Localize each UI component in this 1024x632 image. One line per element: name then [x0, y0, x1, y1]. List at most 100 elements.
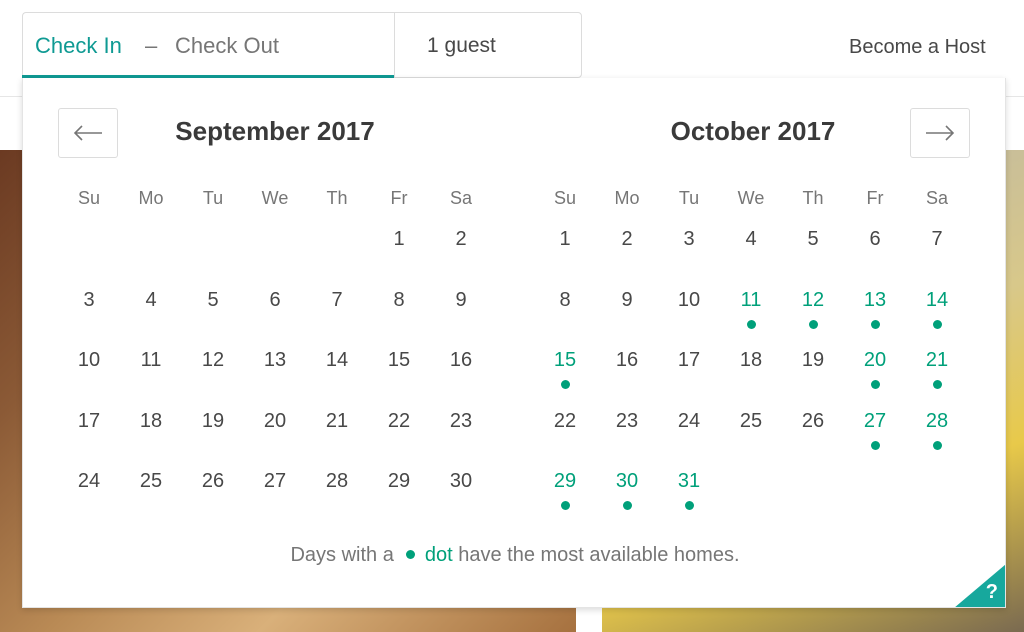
day-cell[interactable]: 20 — [244, 410, 306, 471]
day-cell[interactable]: 4 — [720, 228, 782, 289]
day-cell[interactable]: 16 — [430, 349, 492, 410]
next-month-button[interactable] — [910, 108, 970, 158]
day-number: 14 — [925, 288, 949, 311]
day-cell[interactable]: 8 — [534, 289, 596, 350]
guests-selector[interactable]: 1 guest — [394, 12, 582, 78]
day-cell[interactable]: 12 — [182, 349, 244, 410]
day-cell[interactable]: 6 — [244, 289, 306, 350]
day-cell[interactable]: 21 — [906, 349, 968, 410]
day-cell[interactable]: 15 — [368, 349, 430, 410]
weekday-label: Fr — [866, 188, 884, 208]
day-cell[interactable]: 26 — [182, 470, 244, 531]
day-cell[interactable]: 1 — [534, 228, 596, 289]
day-number: 27 — [863, 409, 887, 432]
weekday-label: Sa — [449, 188, 473, 208]
day-number: 11 — [140, 349, 162, 371]
help-corner-triangle — [954, 564, 1005, 607]
day-number: 22 — [387, 409, 411, 432]
check-in-input[interactable]: Check In — [35, 33, 122, 59]
day-cell[interactable]: 18 — [720, 349, 782, 410]
prev-month-button[interactable] — [58, 108, 118, 158]
day-cell[interactable]: 8 — [368, 289, 430, 350]
day-cell[interactable]: 17 — [658, 349, 720, 410]
day-cell[interactable]: 27 — [844, 410, 906, 471]
day-cell[interactable]: 15 — [534, 349, 596, 410]
become-host-link[interactable]: Become a Host — [849, 36, 986, 59]
day-cell[interactable]: 24 — [658, 410, 720, 471]
day-cell[interactable]: 13 — [244, 349, 306, 410]
day-cell[interactable]: 22 — [368, 410, 430, 471]
day-cell[interactable]: 22 — [534, 410, 596, 471]
day-cell[interactable]: 28 — [306, 470, 368, 531]
check-out-input[interactable]: Check Out — [175, 33, 279, 59]
day-cell[interactable]: 25 — [120, 470, 182, 531]
day-cell[interactable]: 9 — [430, 289, 492, 350]
day-cell[interactable]: 17 — [58, 410, 120, 471]
day-number: 18 — [139, 409, 163, 432]
day-cell[interactable]: 19 — [782, 349, 844, 410]
day-cell[interactable]: 3 — [658, 228, 720, 289]
month-title-september: September 2017 — [175, 116, 375, 146]
day-cell[interactable]: 29 — [534, 470, 596, 531]
day-cell[interactable]: 3 — [58, 289, 120, 350]
day-cell[interactable]: 10 — [658, 289, 720, 350]
availability-dot-icon — [808, 319, 818, 329]
day-cell[interactable]: 13 — [844, 289, 906, 350]
availability-dot-icon — [932, 319, 942, 329]
day-cell[interactable]: 28 — [906, 410, 968, 471]
day-cell[interactable]: 16 — [596, 349, 658, 410]
date-range-field[interactable]: Check In – Check Out — [22, 12, 394, 78]
day-cell[interactable]: 26 — [782, 410, 844, 471]
day-cell[interactable]: 10 — [58, 349, 120, 410]
day-cell[interactable]: 1 — [368, 228, 430, 289]
day-cell[interactable]: 6 — [844, 228, 906, 289]
day-cell[interactable]: 24 — [58, 470, 120, 531]
help-button[interactable]: ? — [954, 564, 1005, 607]
day-cell[interactable]: 20 — [844, 349, 906, 410]
day-cell[interactable]: 5 — [182, 289, 244, 350]
day-number: 28 — [925, 409, 949, 432]
day-cell[interactable]: 30 — [430, 470, 492, 531]
day-number: 28 — [325, 470, 349, 492]
day-cell[interactable]: 7 — [906, 228, 968, 289]
empty-day-cell — [306, 228, 368, 289]
day-cell[interactable]: 4 — [120, 289, 182, 350]
day-cell[interactable]: 11 — [120, 349, 182, 410]
day-number: 8 — [559, 288, 571, 311]
week-rows: 1 2 3 4 5 6 7 8 9 10 11 12 13 14 15 16 17 18 19 20 21 22 23 24 2… — [534, 228, 969, 531]
day-cell[interactable]: 31 — [658, 470, 720, 531]
weekday-header-row: Su Mo Tu We Th Fr Sa — [534, 188, 969, 214]
day-cell[interactable]: 25 — [720, 410, 782, 471]
day-cell[interactable]: 5 — [782, 228, 844, 289]
day-cell[interactable]: 23 — [596, 410, 658, 471]
day-number: 15 — [387, 349, 411, 371]
availability-dot-icon — [622, 501, 632, 510]
availability-dot-icon — [684, 501, 694, 510]
day-cell[interactable]: 30 — [596, 470, 658, 531]
month-title-october: October 2017 — [670, 116, 836, 146]
day-cell[interactable]: 12 — [782, 289, 844, 350]
day-cell[interactable]: 2 — [596, 228, 658, 289]
day-cell[interactable]: 9 — [596, 289, 658, 350]
day-number: 26 — [801, 409, 825, 432]
day-cell[interactable]: 27 — [244, 470, 306, 531]
day-number: 30 — [615, 470, 639, 492]
day-cell[interactable]: 18 — [120, 410, 182, 471]
day-cell[interactable]: 7 — [306, 289, 368, 350]
day-number: 21 — [325, 409, 349, 432]
availability-dot-icon — [932, 380, 942, 389]
day-cell[interactable]: 21 — [306, 410, 368, 471]
day-cell[interactable]: 29 — [368, 470, 430, 531]
day-cell[interactable]: 23 — [430, 410, 492, 471]
availability-dot-icon — [560, 501, 570, 510]
empty-day-cell — [720, 470, 782, 531]
day-number: 23 — [615, 409, 639, 432]
day-cell[interactable]: 14 — [306, 349, 368, 410]
day-cell[interactable]: 19 — [182, 410, 244, 471]
weekday-label: Tu — [202, 188, 224, 208]
day-cell[interactable]: 14 — [906, 289, 968, 350]
day-cell[interactable]: 11 — [720, 289, 782, 350]
day-number: 29 — [553, 470, 577, 492]
empty-day-cell — [182, 228, 244, 289]
day-cell[interactable]: 2 — [430, 228, 492, 289]
